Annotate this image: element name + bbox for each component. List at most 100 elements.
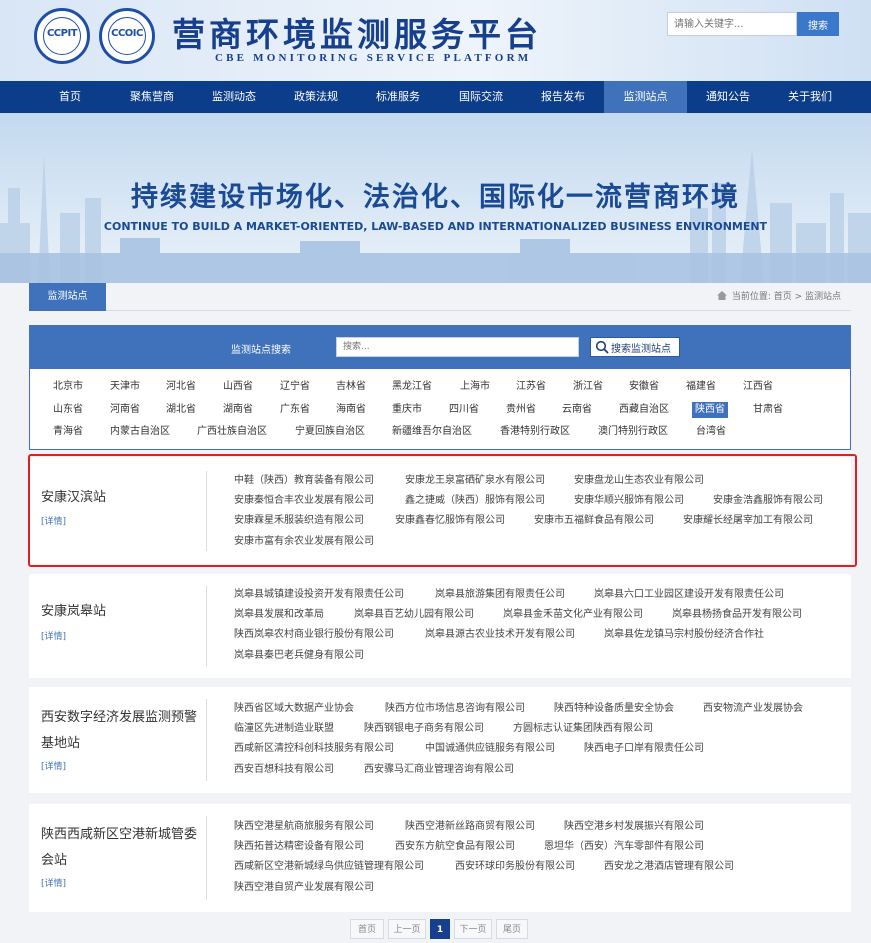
company-link[interactable]: 岚皋县秦巴老兵健身有限公司 (234, 649, 364, 663)
province-item[interactable]: 青海省 (53, 424, 83, 440)
section-tab[interactable]: 监测站点 (29, 283, 106, 311)
company-link[interactable]: 西安环球印务股份有限公司 (455, 860, 575, 874)
province-item[interactable]: 辽宁省 (280, 379, 310, 395)
company-link[interactable]: 陕西拓普达精密设备有限公司 (234, 840, 364, 854)
province-item[interactable]: 湖北省 (166, 402, 196, 418)
pager-first[interactable]: 首页 (350, 919, 384, 939)
station-name[interactable]: 西安数字经济发展监测预警基地站 (41, 705, 199, 757)
company-link[interactable]: 西安东方航空食品有限公司 (395, 840, 515, 854)
nav-item-focus[interactable]: 聚焦营商 (111, 81, 193, 113)
province-item[interactable]: 上海市 (460, 379, 490, 395)
province-item[interactable]: 内蒙古自治区 (110, 424, 170, 440)
province-item[interactable]: 四川省 (449, 402, 479, 418)
company-link[interactable]: 陕西省区域大数据产业协会 (234, 702, 354, 716)
province-item[interactable]: 广东省 (280, 402, 310, 418)
province-item[interactable]: 河南省 (110, 402, 140, 418)
company-link[interactable]: 岚皋县发展和改革局 (234, 608, 324, 622)
nav-item-monitor-news[interactable]: 监测动态 (193, 81, 275, 113)
province-item[interactable]: 吉林省 (336, 379, 366, 395)
header-search-input[interactable] (667, 12, 797, 36)
province-item[interactable]: 广西壮族自治区 (197, 424, 267, 440)
section-bar: 监测站点 当前位置: 首页 > 监测站点 (29, 283, 851, 311)
pager-last[interactable]: 尾页 (496, 919, 528, 939)
company-link[interactable]: 岚皋县六口工业园区建设开发有限责任公司 (594, 588, 784, 602)
province-item[interactable]: 云南省 (562, 402, 592, 418)
station-card: 西安数字经济发展监测预警基地站 [详情] 陕西省区域大数据产业协会 陕西方位市场… (29, 687, 851, 793)
company-link[interactable]: 陕西特种设备质量安全协会 (554, 702, 674, 716)
nav-item-about[interactable]: 关于我们 (769, 81, 851, 113)
province-item[interactable]: 黑龙江省 (392, 379, 432, 395)
province-item[interactable]: 新疆维吾尔自治区 (392, 424, 472, 440)
province-item-active[interactable]: 陕西省 (692, 402, 728, 418)
company-link[interactable]: 岚皋县杨扬食品开发有限公司 (672, 608, 802, 622)
province-item[interactable]: 台湾省 (696, 424, 726, 440)
province-item[interactable]: 西藏自治区 (619, 402, 669, 418)
company-link[interactable]: 西安物流产业发展协会 (703, 702, 803, 716)
company-link[interactable]: 中国诚通供应链服务有限公司 (425, 742, 555, 756)
station-name[interactable]: 陕西西咸新区空港新城管委会站 (41, 822, 199, 874)
nav-item-international[interactable]: 国际交流 (440, 81, 522, 113)
nav-item-home[interactable]: 首页 (29, 81, 111, 113)
nav-item-stations[interactable]: 监测站点 (604, 81, 687, 113)
ccoic-logo: CCOIC (99, 8, 155, 64)
province-item[interactable]: 安徽省 (629, 379, 659, 395)
province-item[interactable]: 澳门特别行政区 (598, 424, 668, 440)
breadcrumb-text[interactable]: 当前位置: 首页 > 监测站点 (732, 292, 841, 302)
nav-item-reports[interactable]: 报告发布 (522, 81, 604, 113)
header-search-button[interactable]: 搜索 (797, 12, 839, 36)
company-link[interactable]: 岚皋县百艺幼儿园有限公司 (354, 608, 474, 622)
company-link[interactable]: 岚皋县旅游集团有限责任公司 (435, 588, 565, 602)
station-detail-link[interactable]: [详情] (41, 629, 66, 642)
province-item[interactable]: 山东省 (53, 402, 83, 418)
province-item[interactable]: 江苏省 (516, 379, 546, 395)
company-link[interactable]: 陕西空港星航商旅服务有限公司 (234, 820, 374, 834)
province-item[interactable]: 河北省 (166, 379, 196, 395)
province-item[interactable]: 宁夏回族自治区 (295, 424, 365, 440)
company-link[interactable]: 西安骤马汇商业管理咨询有限公司 (364, 763, 514, 777)
company-link[interactable]: 陕西空港新丝路商贸有限公司 (405, 820, 535, 834)
company-link[interactable]: 陕西方位市场信息咨询有限公司 (385, 702, 525, 716)
province-filter: 北京市 天津市 河北省 山西省 辽宁省 吉林省 黑龙江省 上海市 江苏省 浙江省… (29, 369, 851, 450)
company-link[interactable]: 陕西空港自贸产业发展有限公司 (234, 881, 374, 895)
company-link[interactable]: 临潼区先进制造业联盟 (234, 722, 334, 736)
province-item[interactable]: 江西省 (743, 379, 773, 395)
company-link[interactable]: 陕西钢银电子商务有限公司 (364, 722, 484, 736)
company-link[interactable]: 岚皋县源古农业技术开发有限公司 (425, 628, 575, 642)
company-link[interactable]: 恩坦华（西安）汽车零部件有限公司 (544, 840, 704, 854)
province-item[interactable]: 湖南省 (223, 402, 253, 418)
company-link[interactable]: 西安龙之港酒店管理有限公司 (604, 860, 734, 874)
company-link[interactable]: 陕西电子口岸有限责任公司 (584, 742, 704, 756)
province-item[interactable]: 浙江省 (573, 379, 603, 395)
province-item[interactable]: 贵州省 (506, 402, 536, 418)
station-search-input[interactable] (336, 337, 579, 357)
province-item[interactable]: 福建省 (686, 379, 716, 395)
province-item[interactable]: 甘肃省 (753, 402, 783, 418)
company-link[interactable]: 西咸新区清控科创科技服务有限公司 (234, 742, 394, 756)
company-link[interactable]: 西安百想科技有限公司 (234, 763, 334, 777)
province-item[interactable]: 天津市 (110, 379, 140, 395)
company-link[interactable]: 岚皋县城镇建设投资开发有限责任公司 (234, 588, 404, 602)
company-link[interactable]: 岚皋县佐龙镇马宗村股份经济合作社 (604, 628, 764, 642)
pager-next[interactable]: 下一页 (454, 919, 492, 939)
header-search: 搜索 (667, 12, 839, 36)
nav-item-policy[interactable]: 政策法规 (275, 81, 357, 113)
pager-current[interactable]: 1 (430, 919, 450, 939)
station-name[interactable]: 安康岚皋站 (41, 599, 191, 625)
province-item[interactable]: 海南省 (336, 402, 366, 418)
province-item[interactable]: 山西省 (223, 379, 253, 395)
province-item[interactable]: 北京市 (53, 379, 83, 395)
nav-item-standards[interactable]: 标准服务 (357, 81, 439, 113)
pager-prev[interactable]: 上一页 (388, 919, 426, 939)
breadcrumb: 当前位置: 首页 > 监测站点 (716, 283, 841, 311)
station-detail-link[interactable]: [详情] (41, 759, 66, 772)
company-link[interactable]: 方圆标志认证集团陕西有限公司 (513, 722, 653, 736)
company-link[interactable]: 西咸新区空港新城绿鸟供应链管理有限公司 (234, 860, 424, 874)
station-detail-link[interactable]: [详情] (41, 876, 66, 889)
ccpit-logo: CCPIT (34, 8, 90, 64)
province-item[interactable]: 重庆市 (392, 402, 422, 418)
company-link[interactable]: 陕西空港乡村发展振兴有限公司 (564, 820, 704, 834)
company-link[interactable]: 陕西岚皋农村商业银行股份有限公司 (234, 628, 394, 642)
province-item[interactable]: 香港特别行政区 (500, 424, 570, 440)
company-link[interactable]: 岚皋县金禾苗文化产业有限公司 (503, 608, 643, 622)
nav-item-notices[interactable]: 通知公告 (687, 81, 769, 113)
